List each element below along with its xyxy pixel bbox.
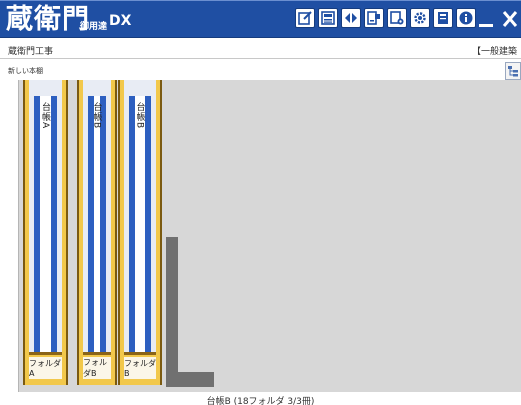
binder-spine-label: 台帳B <box>92 96 102 353</box>
header-divider <box>0 58 521 59</box>
toolbar <box>295 8 476 32</box>
folder-label: フォルダA <box>29 357 62 379</box>
binder-spine: 台帳B <box>83 80 111 355</box>
sub-breadcrumb[interactable]: 新しい本棚 <box>8 66 43 76</box>
app-logo-sub: 御用達 <box>80 22 108 32</box>
title-bar: 蔵衛門 御用達 DX <box>0 0 521 38</box>
close-icon[interactable] <box>501 7 519 31</box>
binder-title: 台帳B <box>134 102 145 130</box>
binder-spine: 台帳A <box>29 80 62 355</box>
binder-b-selected[interactable]: 台帳B フォルダB <box>118 80 162 385</box>
book-icon[interactable] <box>433 8 453 28</box>
minimize-icon[interactable] <box>477 7 495 31</box>
status-text: 台帳B (18フォルダ 3/3冊) <box>206 397 315 405</box>
shelf-divider-foot <box>178 372 214 387</box>
app-logo-dx: DX <box>109 13 132 29</box>
folder-label: フォルダB <box>124 357 156 379</box>
folder-label: フォルダB <box>83 357 111 379</box>
binder-spine-label: 台帳A <box>40 96 51 353</box>
binder-foot-line <box>124 352 156 355</box>
split-icon[interactable] <box>341 8 361 28</box>
binder-foot-line <box>83 352 111 355</box>
binder-spine-label: 台帳B <box>135 96 145 353</box>
image-icon[interactable] <box>318 8 338 28</box>
binder-b[interactable]: 台帳B フォルダB <box>77 80 117 385</box>
shelf-divider <box>166 237 178 387</box>
edit-icon[interactable] <box>295 8 315 28</box>
window-controls <box>477 7 519 31</box>
info-icon[interactable] <box>456 8 476 28</box>
binder-a[interactable]: 台帳A フォルダA <box>23 80 68 385</box>
edit-settings-icon[interactable] <box>387 8 407 28</box>
gear-icon[interactable] <box>410 8 430 28</box>
app-window: 蔵衛門 御用達 DX 蔵衛門工事 【一般建築 新しい本棚 台帳A フォルダA 台… <box>0 0 521 405</box>
document-tag-icon[interactable] <box>364 8 384 28</box>
binder-spine: 台帳B <box>124 80 156 355</box>
binder-foot-line <box>29 352 62 355</box>
tree-icon <box>508 66 518 77</box>
tree-view-button[interactable] <box>505 62 521 80</box>
breadcrumb: 蔵衛門工事 <box>8 47 54 57</box>
binder-title: 台帳B <box>91 102 102 130</box>
app-logo: 蔵衛門 <box>6 4 90 35</box>
binder-title: 台帳A <box>40 102 50 130</box>
category-label: 【一般建築 <box>471 47 517 57</box>
